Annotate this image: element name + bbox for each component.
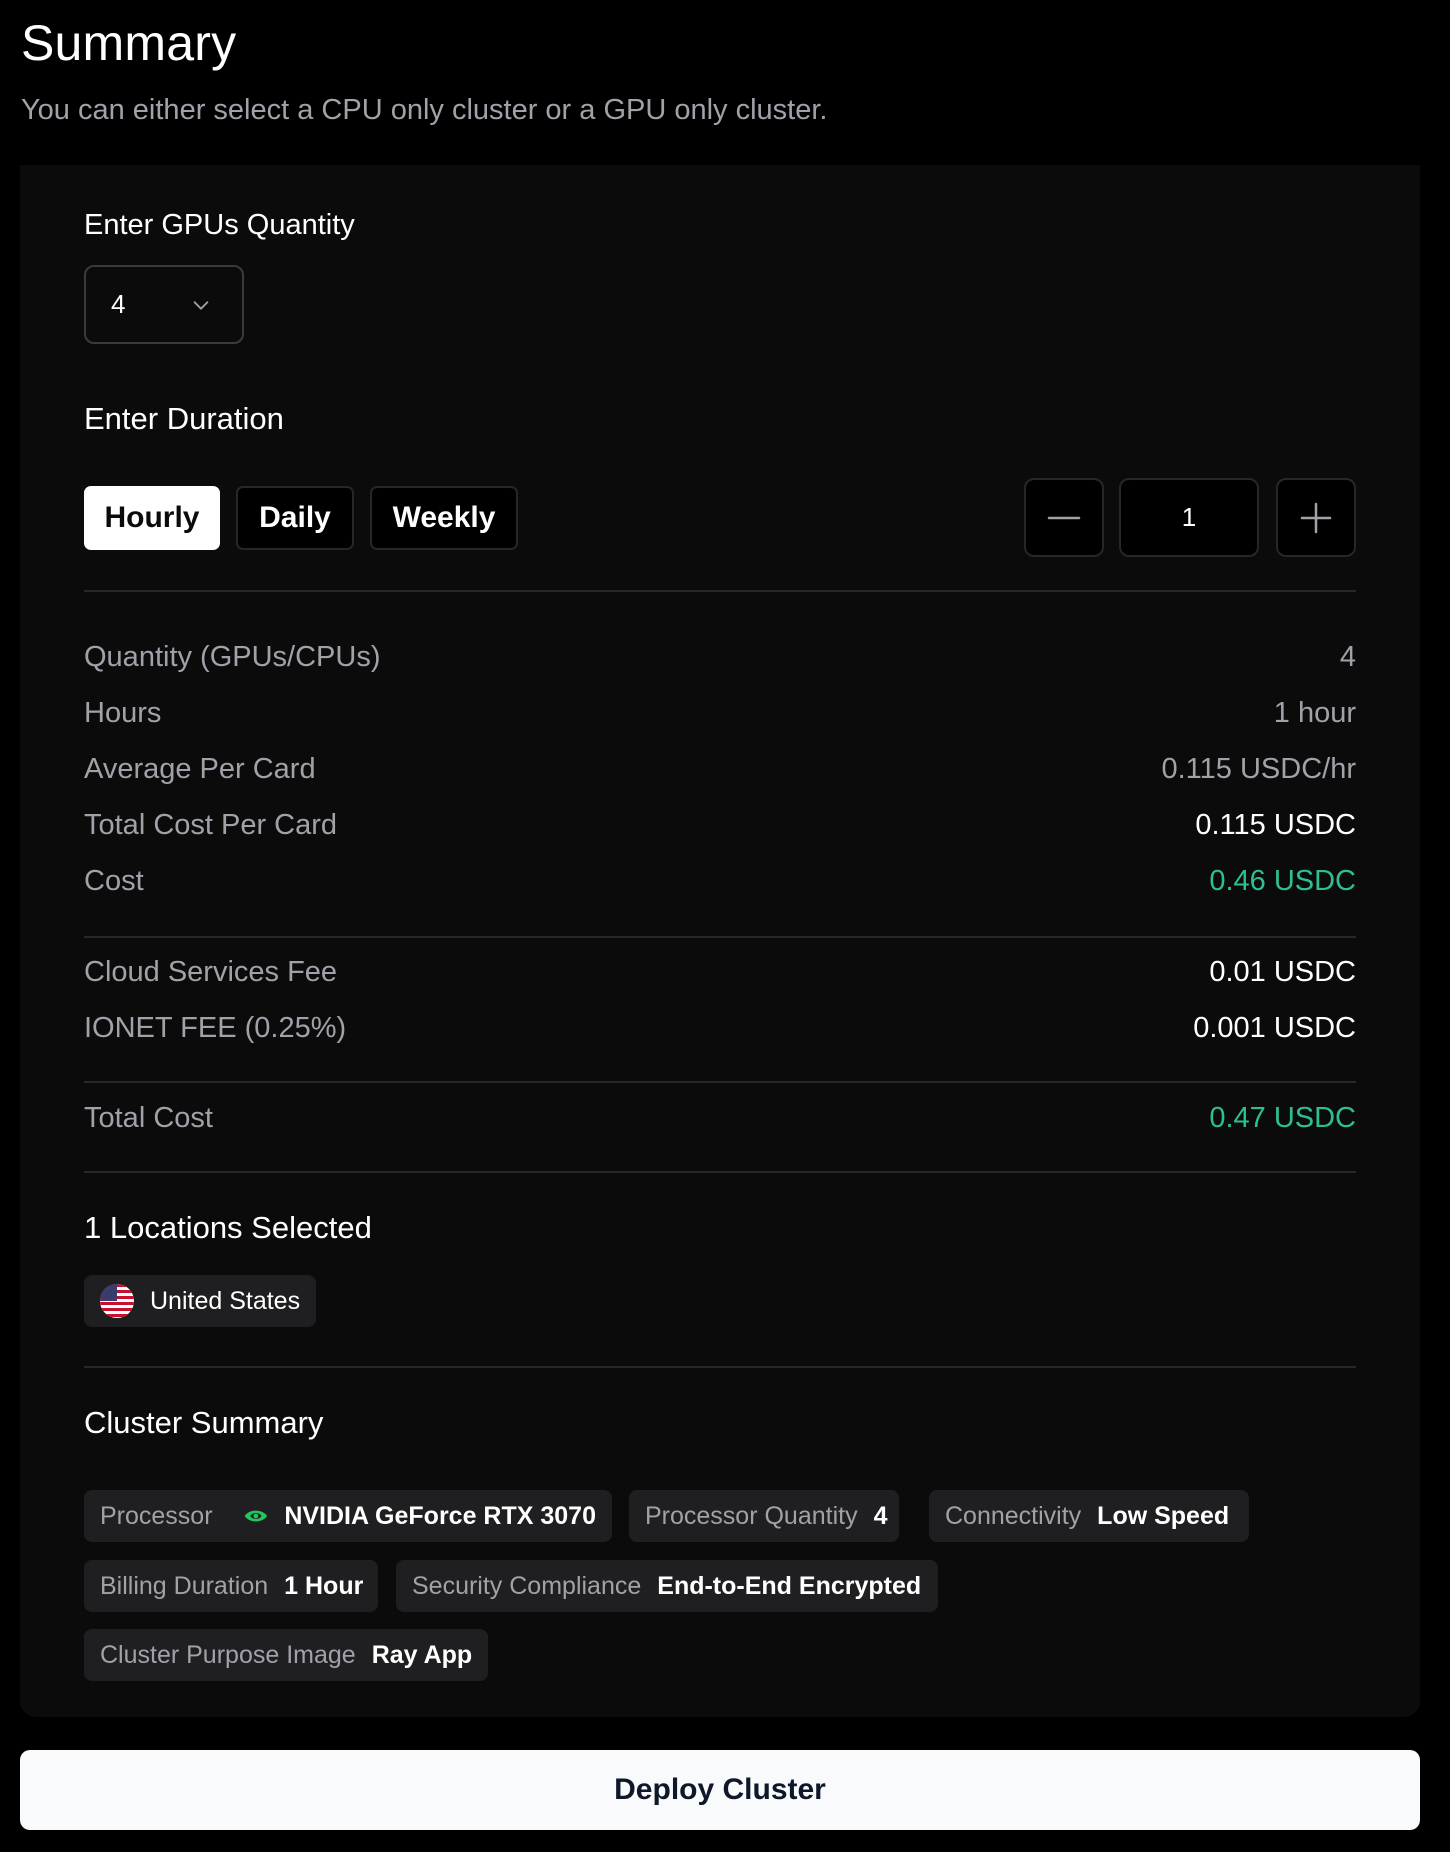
cloud-services-fee-value: 0.01 USDC [1209, 956, 1356, 988]
processor-quantity-chip: Processor Quantity 4 [629, 1490, 899, 1542]
total-cost-per-card-value: 0.115 USDC [1195, 809, 1356, 841]
us-flag-icon [100, 1284, 134, 1318]
page-title: Summary [21, 15, 237, 71]
summary-panel: Enter GPUs Quantity 4 Enter Duration Hou… [20, 165, 1420, 1717]
nvidia-logo-icon [244, 1510, 267, 1522]
cluster-purpose-value: Ray App [371, 1640, 473, 1669]
connectivity-chip: Connectivity Low Speed [929, 1490, 1249, 1542]
cluster-purpose-chip: Cluster Purpose Image Ray App [84, 1629, 488, 1681]
connectivity-value: Low Speed [1097, 1501, 1230, 1530]
cluster-purpose-label: Cluster Purpose Image [100, 1640, 356, 1669]
total-cost-per-card-label: Total Cost Per Card [84, 809, 338, 841]
divider [84, 1171, 1356, 1173]
hours-label: Hours [84, 697, 162, 729]
plus-icon [1300, 502, 1332, 533]
duration-value[interactable]: 1 [1119, 478, 1259, 557]
tab-hourly[interactable]: Hourly [84, 486, 220, 550]
gpu-quantity-value: 4 [111, 289, 126, 319]
gpu-quantity-label: Enter GPUs Quantity [84, 209, 355, 241]
ionet-fee-label: IONET FEE (0.25%) [84, 1012, 347, 1044]
divider [84, 1081, 1356, 1083]
billing-duration-chip: Billing Duration 1 Hour [84, 1560, 378, 1612]
tab-weekly[interactable]: Weekly [370, 486, 518, 550]
processor-quantity-label: Processor Quantity [645, 1501, 858, 1530]
quantity-label: Quantity (GPUs/CPUs) [84, 641, 381, 673]
divider [84, 1366, 1356, 1368]
divider [84, 590, 1356, 592]
page-subtitle: You can either select a CPU only cluster… [21, 94, 828, 126]
processor-value: NVIDIA GeForce RTX 3070 [284, 1501, 596, 1530]
page: Summary You can either select a CPU only… [0, 0, 1450, 1852]
cost-value: 0.46 USDC [1209, 865, 1356, 897]
deploy-cluster-button[interactable]: Deploy Cluster [20, 1750, 1420, 1830]
location-name: United States [150, 1286, 301, 1315]
average-per-card-value: 0.115 USDC/hr [1161, 753, 1357, 785]
hours-value: 1 hour [1273, 697, 1356, 729]
average-per-card-label: Average Per Card [84, 753, 316, 785]
chevron-down-icon [193, 301, 209, 310]
gpu-quantity-select[interactable]: 4 [84, 265, 244, 344]
connectivity-label: Connectivity [945, 1501, 1082, 1530]
cloud-services-fee-label: Cloud Services Fee [84, 956, 338, 988]
ionet-fee-value: 0.001 USDC [1193, 1012, 1356, 1044]
increment-button[interactable] [1276, 478, 1356, 557]
decrement-button[interactable] [1024, 478, 1104, 557]
billing-duration-value: 1 Hour [284, 1571, 364, 1600]
location-chip-united-states: United States [84, 1275, 317, 1327]
locations-title: 1 Locations Selected [84, 1210, 372, 1245]
processor-quantity-value: 4 [873, 1501, 888, 1530]
divider [84, 936, 1356, 938]
cost-label: Cost [84, 865, 144, 897]
security-compliance-value: End-to-End Encrypted [657, 1571, 922, 1600]
total-cost-value: 0.47 USDC [1209, 1102, 1356, 1134]
cluster-summary-title: Cluster Summary [84, 1405, 324, 1440]
security-compliance-label: Security Compliance [412, 1571, 642, 1600]
total-cost-label: Total Cost [84, 1102, 213, 1134]
quantity-value: 4 [1339, 641, 1356, 673]
tab-daily[interactable]: Daily [236, 486, 354, 550]
billing-duration-label: Billing Duration [100, 1571, 269, 1600]
minus-icon [1047, 516, 1081, 519]
processor-label: Processor [100, 1501, 213, 1530]
security-compliance-chip: Security Compliance End-to-End Encrypted [396, 1560, 938, 1612]
processor-chip: Processor NVIDIA GeForce RTX 3070 [84, 1490, 612, 1542]
duration-label: Enter Duration [84, 401, 284, 436]
